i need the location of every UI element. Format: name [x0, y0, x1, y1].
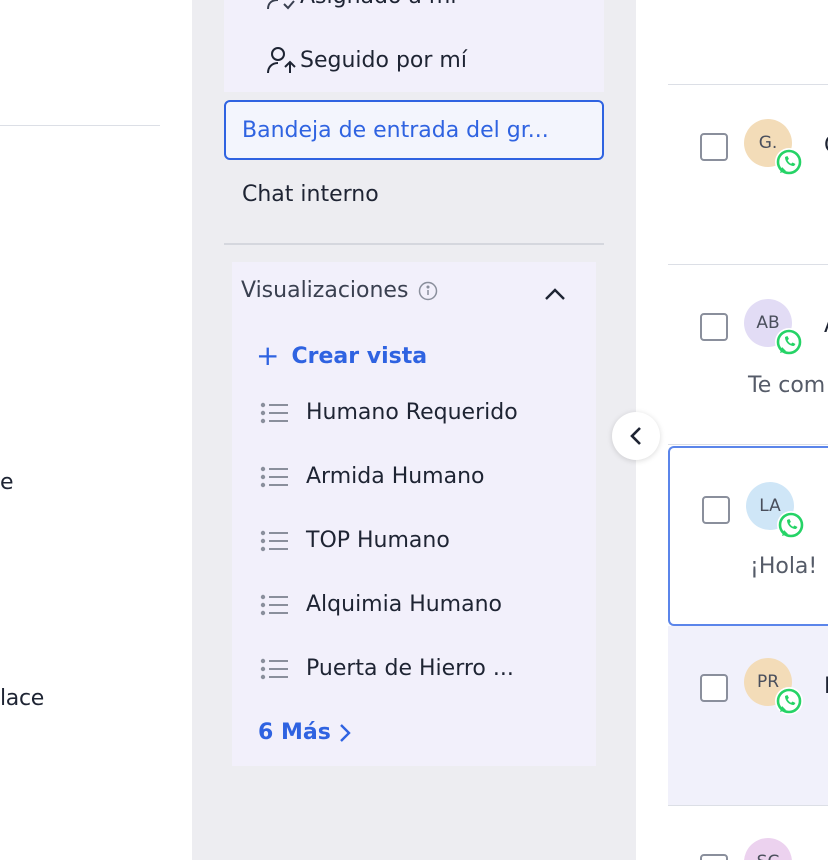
view-item-top-humano[interactable]: TOP Humano: [260, 528, 450, 553]
filter-assigned-to-me[interactable]: Asignado a mí: [266, 0, 456, 10]
whatsapp-icon: [775, 328, 803, 356]
whatsapp-icon: [775, 687, 803, 715]
inbox-filters: Asignado a mí Seguido por mí: [224, 0, 604, 92]
select-checkbox[interactable]: [700, 313, 728, 341]
list-icon: [260, 530, 288, 551]
nav-divider: [0, 125, 160, 126]
view-item-label: Puerta de Hierro ...: [306, 656, 514, 681]
nav-item-label-fragment[interactable]: e: [0, 470, 14, 495]
user-assigned-icon: [266, 0, 300, 10]
view-item-label: Alquimia Humano: [306, 592, 503, 617]
conversation-item-selected[interactable]: LA I ¡Hola!: [668, 446, 828, 626]
plus-icon: +: [256, 339, 280, 372]
left-nav-panel: e lace: [0, 0, 192, 860]
view-item-armida-humano[interactable]: Armida Humano: [260, 464, 485, 489]
list-icon: [260, 466, 288, 487]
create-view-button[interactable]: + Crear vista: [256, 342, 427, 370]
view-item-alquimia-humano[interactable]: Alquimia Humano: [260, 592, 502, 617]
select-checkbox[interactable]: [702, 496, 730, 524]
whatsapp-icon: [777, 511, 805, 539]
avatar-initials: SC: [757, 852, 780, 860]
message-preview: ¡Hola!: [750, 554, 818, 579]
view-item-label: Humano Requerido: [306, 400, 518, 425]
internal-chat-item[interactable]: Chat interno: [242, 182, 379, 207]
chevron-up-icon[interactable]: [542, 284, 568, 304]
contact-name: A: [824, 313, 828, 338]
conversation-item[interactable]: G. C: [668, 85, 828, 265]
collapse-sidebar-button[interactable]: [612, 412, 660, 460]
info-icon[interactable]: [418, 281, 438, 301]
filter-followed-by-me[interactable]: Seguido por mí: [266, 46, 467, 74]
views-section: Visualizaciones + Crear vista Humano Req…: [232, 262, 596, 766]
select-checkbox[interactable]: [700, 854, 728, 860]
inbox-sidebar: Asignado a mí Seguido por mí Bandeja de …: [192, 0, 636, 860]
conversation-item[interactable]: AB A Te com: [668, 265, 828, 445]
whatsapp-icon: [775, 148, 803, 176]
conversation-item[interactable]: SC: [668, 806, 828, 860]
message-preview: Te com: [748, 373, 826, 398]
more-views-label: 6 Más: [258, 720, 331, 745]
list-icon: [260, 594, 288, 615]
chevron-left-icon: [630, 427, 641, 445]
user-follow-icon: [266, 46, 300, 74]
conversation-item[interactable]: PR I: [668, 626, 828, 806]
group-inbox-label: Bandeja de entrada del gr...: [242, 117, 549, 143]
nav-item-label-fragment[interactable]: lace: [0, 686, 44, 711]
select-checkbox[interactable]: [700, 133, 728, 161]
view-item-puerta-de-hierro[interactable]: Puerta de Hierro ...: [260, 656, 514, 681]
more-views-link[interactable]: 6 Más: [258, 720, 351, 745]
view-item-label: Armida Humano: [306, 464, 485, 489]
filter-followed-label: Seguido por mí: [300, 47, 467, 73]
conversation-list: G. C AB A Te com LA: [636, 0, 828, 860]
create-view-label: Crear vista: [291, 343, 428, 369]
view-item-humano-requerido[interactable]: Humano Requerido: [260, 400, 518, 425]
list-icon: [260, 658, 288, 679]
filter-assigned-label: Asignado a mí: [300, 0, 456, 9]
views-header: Visualizaciones: [241, 278, 438, 303]
inbox-divider: [224, 243, 604, 245]
contact-name: C: [824, 133, 828, 158]
chevron-right-icon: [339, 723, 351, 742]
list-icon: [260, 402, 288, 423]
view-item-label: TOP Humano: [306, 528, 450, 553]
avatar: SC: [744, 838, 792, 860]
views-title: Visualizaciones: [241, 278, 409, 303]
group-inbox-item[interactable]: Bandeja de entrada del gr...: [224, 100, 604, 160]
select-checkbox[interactable]: [700, 674, 728, 702]
contact-name: I: [824, 674, 828, 699]
